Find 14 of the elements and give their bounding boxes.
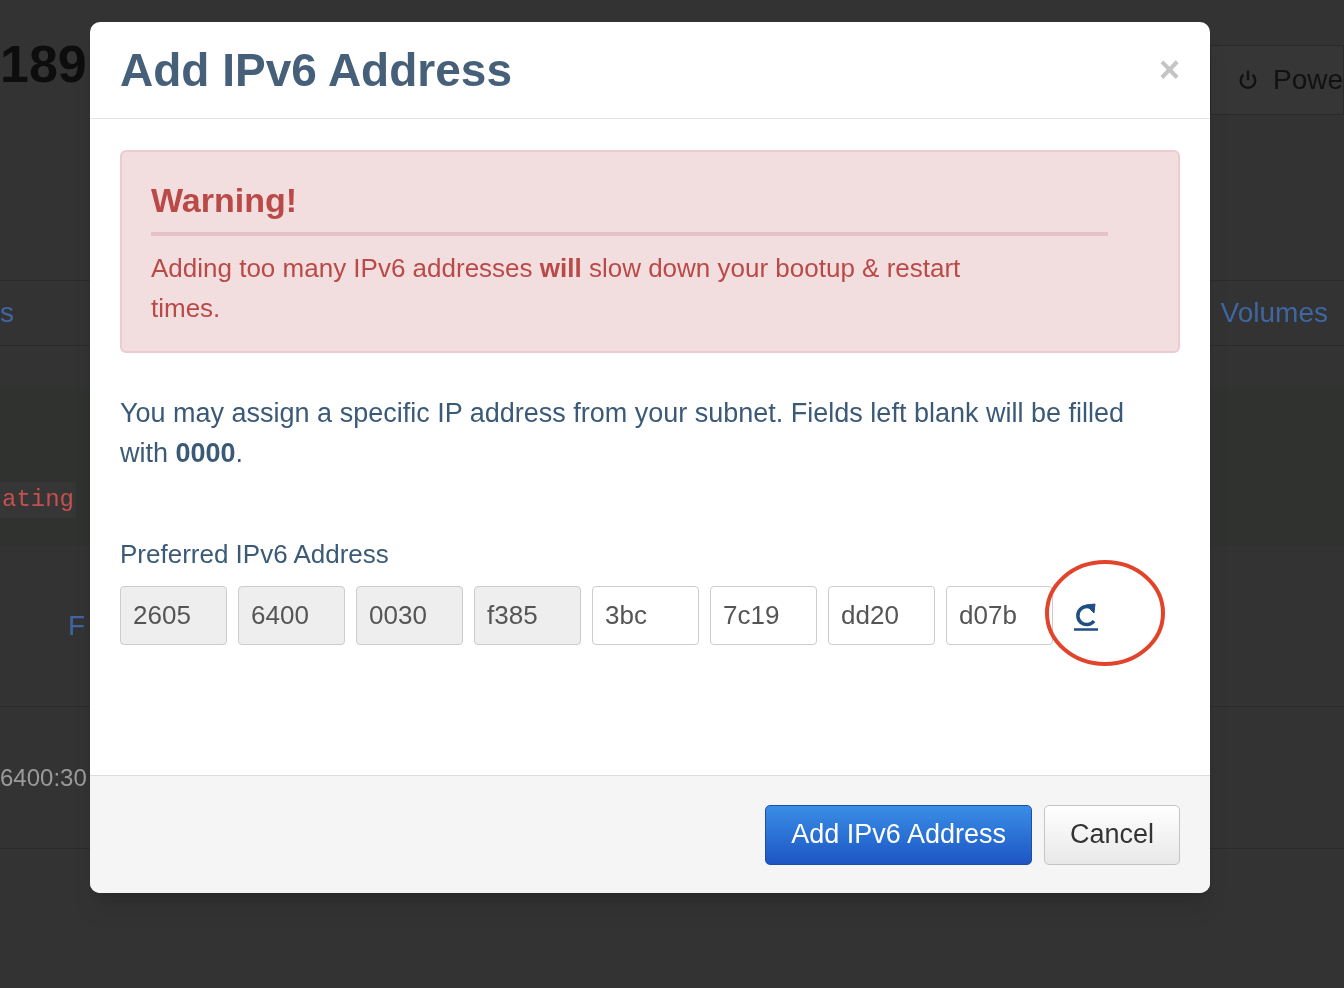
address-text: 6400:30 (0, 762, 87, 793)
address-segment-field[interactable]: 7c19 (710, 586, 817, 645)
cancel-button[interactable]: Cancel (1043, 804, 1180, 865)
address-segment-field[interactable]: d07b (946, 586, 1053, 645)
code-text: ating (0, 482, 76, 518)
add-address-button[interactable]: Add IPv6 Address (765, 804, 1032, 865)
address-segment-field[interactable]: dd20 (828, 586, 935, 645)
refresh-icon[interactable] (1072, 600, 1100, 631)
modal-title: Add IPv6 Address (120, 42, 512, 98)
warning-text: Adding too many IPv6 addresses will slow down your bootup & restart times. (151, 252, 962, 325)
address-segment-field[interactable]: 3bc (592, 586, 699, 645)
warning-title: Warning! (151, 180, 1108, 236)
intro-text: You may assign a specific IP address from your subnet. Fields left blank will be filled with 0000. (120, 397, 1125, 470)
field-label: Preferred IPv6 Address (120, 538, 390, 571)
